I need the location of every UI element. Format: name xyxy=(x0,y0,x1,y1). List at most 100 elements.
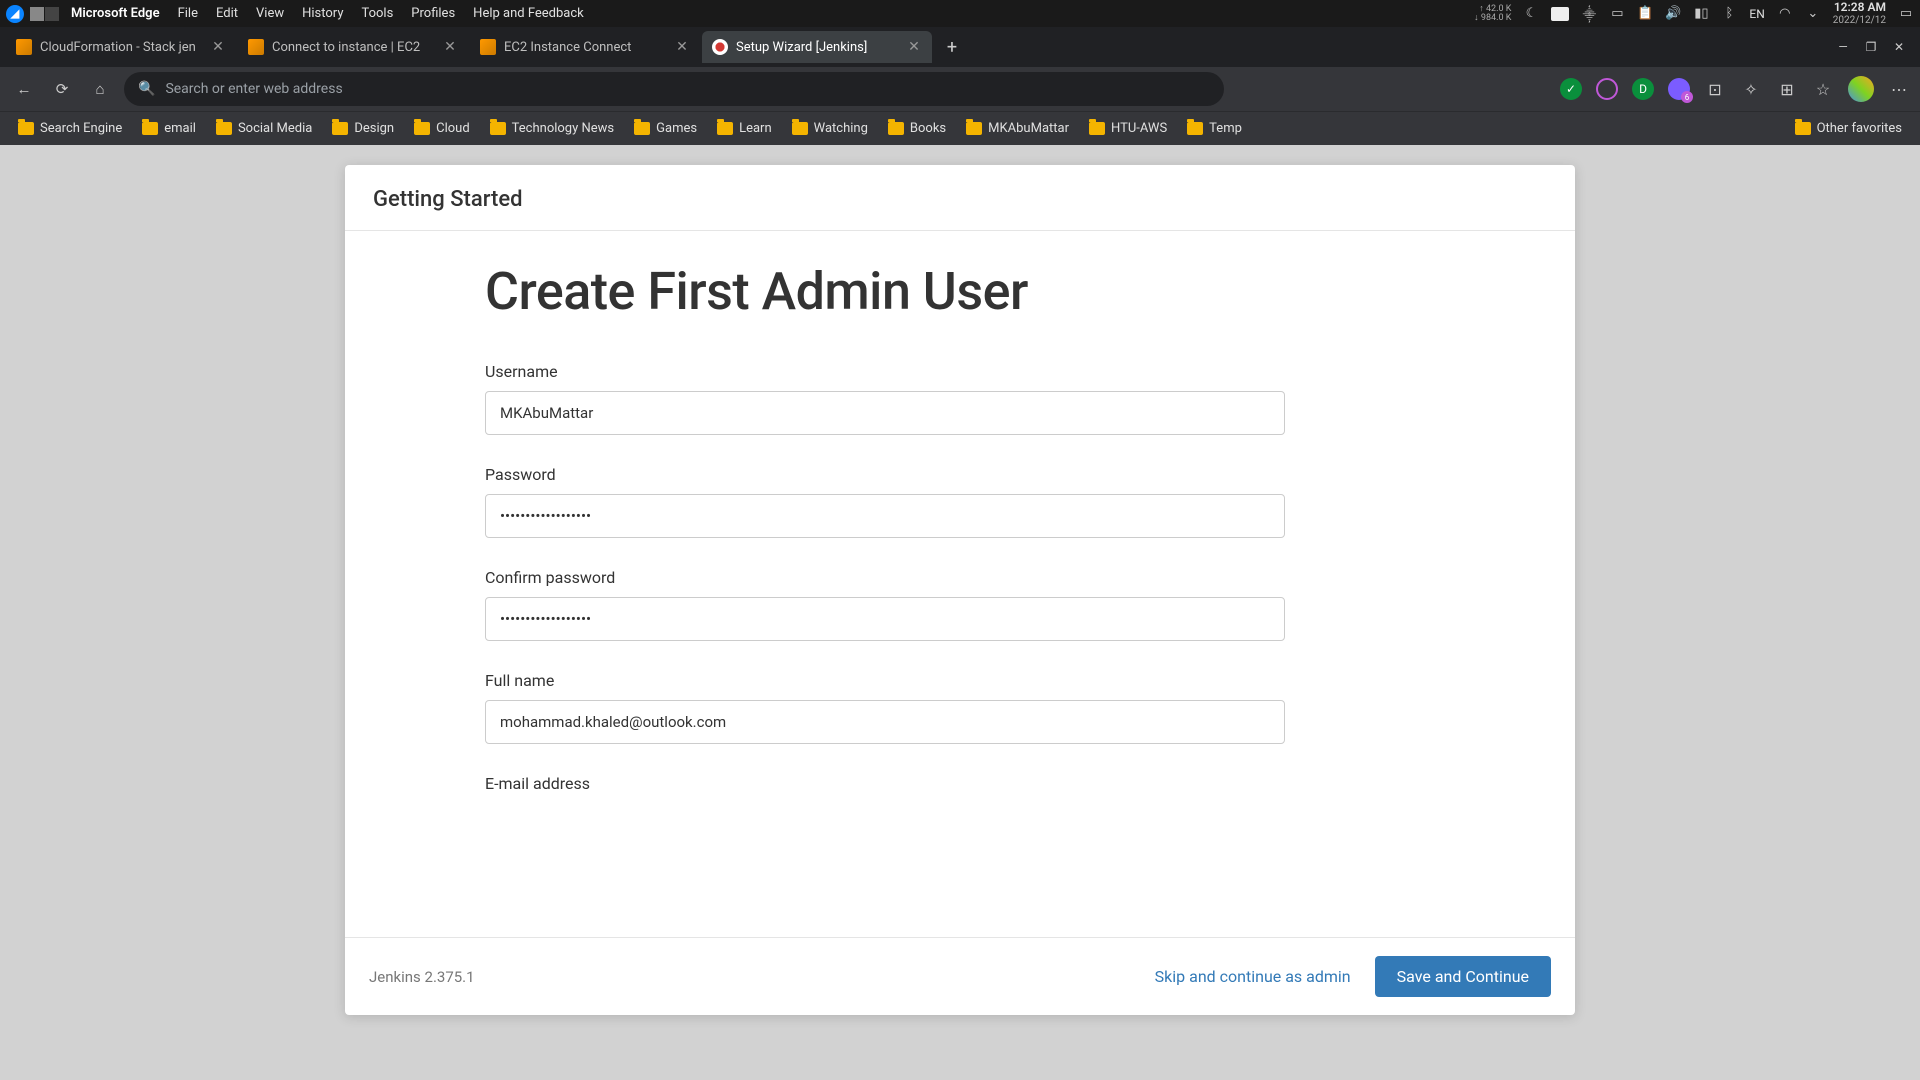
folder-icon xyxy=(216,122,232,135)
profile-avatar[interactable] xyxy=(1848,76,1874,102)
skip-button[interactable]: Skip and continue as admin xyxy=(1155,967,1351,986)
close-icon[interactable]: ✕ xyxy=(906,39,922,55)
browser-toolbar: ← ⟳ ⌂ 🔍 Search or enter web address ✓ D … xyxy=(0,67,1920,111)
menu-edit[interactable]: Edit xyxy=(208,6,246,21)
close-icon[interactable]: ✕ xyxy=(674,39,690,55)
folder-icon xyxy=(142,122,158,135)
page-content: Getting Started Create First Admin User … xyxy=(0,145,1920,1080)
tracker-icon[interactable] xyxy=(1596,78,1618,100)
folder-icon xyxy=(966,122,982,135)
shield-icon[interactable]: ✓ xyxy=(1560,78,1582,100)
aws-icon xyxy=(248,39,264,55)
folder-icon xyxy=(634,122,650,135)
back-button[interactable]: ← xyxy=(10,75,38,103)
wifi-icon[interactable]: ◠ xyxy=(1777,6,1793,22)
address-placeholder: Search or enter web address xyxy=(165,81,342,97)
minimize-button[interactable]: — xyxy=(1836,40,1850,54)
menu-history[interactable]: History xyxy=(294,6,351,21)
aws-icon xyxy=(480,39,496,55)
home-button[interactable]: ⌂ xyxy=(86,75,114,103)
tray-box-icon[interactable] xyxy=(1551,7,1569,21)
email-label: E-mail address xyxy=(485,774,1455,793)
new-tab-button[interactable]: + xyxy=(938,33,966,61)
other-favorites[interactable]: Other favorites xyxy=(1787,117,1910,140)
username-field[interactable] xyxy=(485,391,1285,435)
bookmarks-bar: Search Engine email Social Media Design … xyxy=(0,111,1920,145)
folder-icon xyxy=(1795,122,1811,135)
bookmark-folder[interactable]: Search Engine xyxy=(10,117,130,140)
menu-view[interactable]: View xyxy=(248,6,292,21)
bookmark-folder[interactable]: Watching xyxy=(784,117,876,140)
address-bar[interactable]: 🔍 Search or enter web address xyxy=(124,72,1224,106)
menu-help[interactable]: Help and Feedback xyxy=(465,6,592,21)
bookmark-folder[interactable]: Temp xyxy=(1179,117,1250,140)
extension-badge-icon[interactable]: 6 xyxy=(1668,78,1690,100)
extension-icon[interactable]: D xyxy=(1632,78,1654,100)
folder-icon xyxy=(490,122,506,135)
power-icon[interactable]: ▭ xyxy=(1898,6,1914,22)
bookmark-folder[interactable]: Learn xyxy=(709,117,780,140)
bookmark-folder[interactable]: Books xyxy=(880,117,954,140)
page-title: Create First Admin User xyxy=(485,261,1455,322)
app-name: Microsoft Edge xyxy=(71,6,160,21)
close-icon[interactable]: ✕ xyxy=(442,39,458,55)
jenkins-icon xyxy=(712,39,728,55)
moon-icon[interactable]: ☾ xyxy=(1523,6,1539,22)
bookmark-folder[interactable]: HTU-AWS xyxy=(1081,117,1175,140)
password-label: Password xyxy=(485,465,1455,484)
tab-cloudformation[interactable]: CloudFormation - Stack jen ✕ xyxy=(6,31,236,63)
bookmark-folder[interactable]: Games xyxy=(626,117,705,140)
menu-profiles[interactable]: Profiles xyxy=(403,6,463,21)
tab-jenkins-wizard[interactable]: Setup Wizard [Jenkins] ✕ xyxy=(702,31,932,63)
setup-wizard-dialog: Getting Started Create First Admin User … xyxy=(345,165,1575,1015)
refresh-button[interactable]: ⟳ xyxy=(48,75,76,103)
extensions-icon[interactable]: ✧ xyxy=(1740,78,1762,100)
close-icon[interactable]: ✕ xyxy=(210,39,226,55)
notifications-icon[interactable]: ⸎ xyxy=(1581,6,1597,22)
clock[interactable]: 12:28 AM 2022/12/12 xyxy=(1833,1,1886,25)
os-menu-bar: ◢ Microsoft Edge File Edit View History … xyxy=(0,0,1920,27)
favorites-icon[interactable]: ☆ xyxy=(1812,78,1834,100)
save-continue-button[interactable]: Save and Continue xyxy=(1375,956,1551,997)
chevron-down-icon[interactable]: ⌄ xyxy=(1805,6,1821,22)
aws-icon xyxy=(16,39,32,55)
close-window-button[interactable]: ✕ xyxy=(1892,40,1906,54)
battery-icon[interactable]: ▮▯ xyxy=(1693,6,1709,22)
confirm-password-label: Confirm password xyxy=(485,568,1455,587)
folder-icon xyxy=(1089,122,1105,135)
volume-icon[interactable]: 🔊 xyxy=(1665,6,1681,22)
tab-ec2-connect[interactable]: EC2 Instance Connect ✕ xyxy=(470,31,700,63)
wizard-body[interactable]: Create First Admin User Username Passwor… xyxy=(345,231,1575,937)
camera-icon[interactable]: ⊡ xyxy=(1704,78,1726,100)
bookmark-folder[interactable]: email xyxy=(134,117,204,140)
maximize-button[interactable]: ❐ xyxy=(1864,40,1878,54)
browser-tab-strip: CloudFormation - Stack jen ✕ Connect to … xyxy=(0,27,1920,67)
fullname-label: Full name xyxy=(485,671,1455,690)
folder-icon xyxy=(18,122,34,135)
clipboard-icon[interactable]: 📋 xyxy=(1637,6,1653,22)
workspace-tiles[interactable] xyxy=(30,7,59,21)
folder-icon xyxy=(717,122,733,135)
search-icon: 🔍 xyxy=(138,81,155,97)
tab-connect-instance[interactable]: Connect to instance | EC2 ✕ xyxy=(238,31,468,63)
confirm-password-field[interactable] xyxy=(485,597,1285,641)
password-field[interactable] xyxy=(485,494,1285,538)
bookmark-folder[interactable]: Technology News xyxy=(482,117,622,140)
more-icon[interactable]: ⋯ xyxy=(1888,78,1910,100)
username-label: Username xyxy=(485,362,1455,381)
bookmark-folder[interactable]: MKAbuMattar xyxy=(958,117,1077,140)
collections-icon[interactable]: ⊞ xyxy=(1776,78,1798,100)
language-indicator[interactable]: EN xyxy=(1749,7,1764,21)
bookmark-folder[interactable]: Cloud xyxy=(406,117,478,140)
bookmark-folder[interactable]: Social Media xyxy=(208,117,320,140)
monitor-icon[interactable]: ▭ xyxy=(1609,6,1625,22)
menu-tools[interactable]: Tools xyxy=(353,6,401,21)
menu-file[interactable]: File xyxy=(170,6,206,21)
wizard-footer: Jenkins 2.375.1 Skip and continue as adm… xyxy=(345,937,1575,1015)
wizard-header: Getting Started xyxy=(345,165,1575,231)
bookmark-folder[interactable]: Design xyxy=(324,117,402,140)
folder-icon xyxy=(888,122,904,135)
fullname-field[interactable] xyxy=(485,700,1285,744)
folder-icon xyxy=(332,122,348,135)
bluetooth-icon[interactable]: ᛒ xyxy=(1721,6,1737,22)
